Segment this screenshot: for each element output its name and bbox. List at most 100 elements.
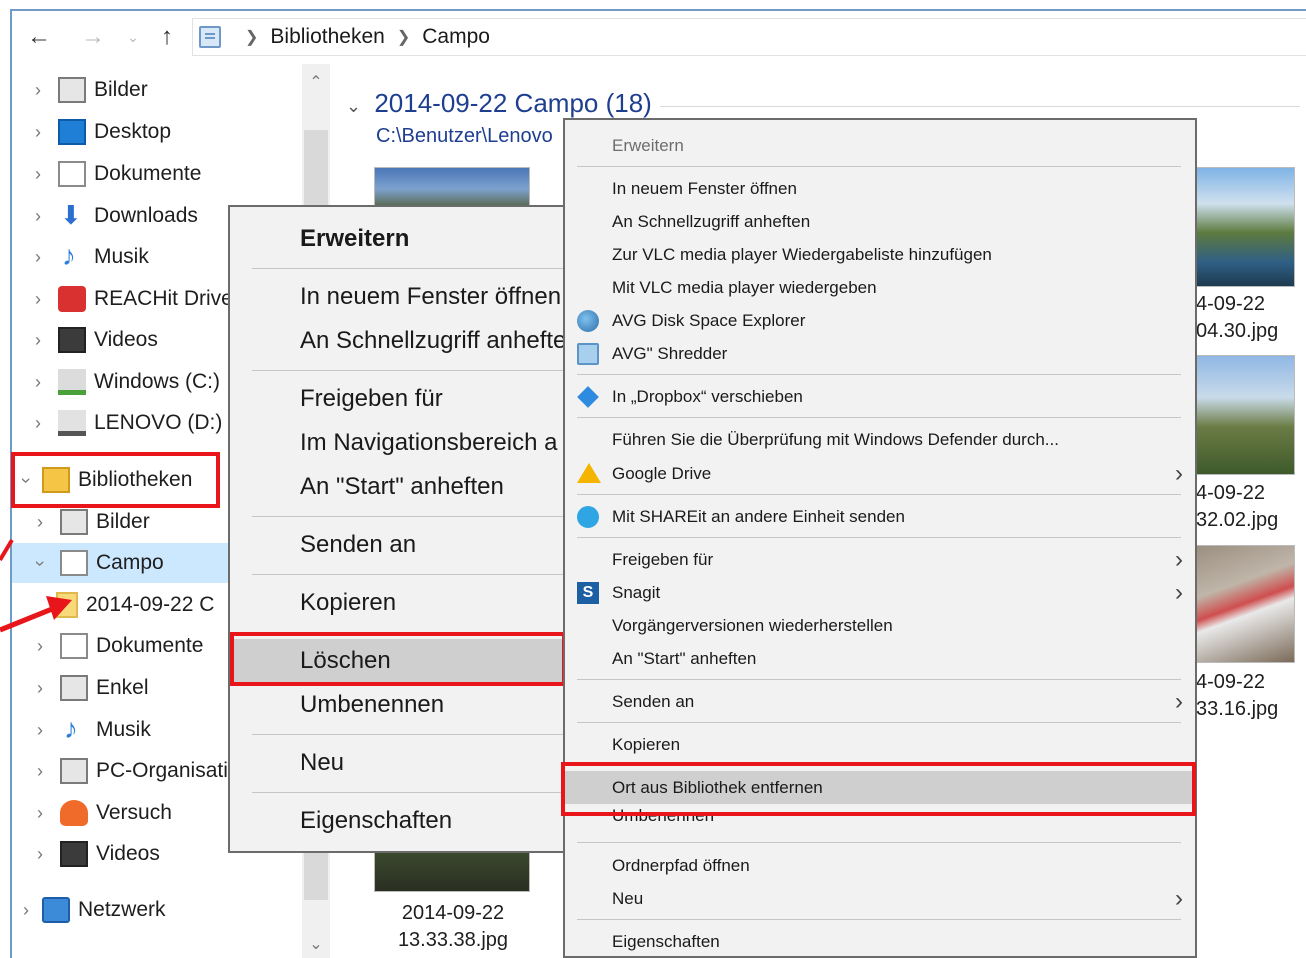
menu-item-open-new-window[interactable]: In neuem Fenster öffnen bbox=[230, 275, 566, 319]
expand-chevron-icon[interactable]: › bbox=[30, 761, 50, 782]
group-header[interactable]: ⌄ 2014-09-22 Campo (18) bbox=[346, 88, 652, 119]
expand-chevron-icon[interactable]: › bbox=[28, 122, 48, 143]
expand-chevron-icon[interactable]: › bbox=[30, 720, 50, 741]
menu-item-vlc-add-playlist[interactable]: Zur VLC media player Wiedergabeliste hin… bbox=[565, 238, 1195, 271]
menu-item-google-drive[interactable]: Google Drive › bbox=[565, 457, 1195, 490]
menu-item-rename[interactable]: Umbenennen bbox=[565, 806, 1195, 830]
menu-separator bbox=[577, 374, 1181, 375]
breadcrumb-separator-icon[interactable]: ❯ bbox=[397, 27, 410, 47]
image-thumbnail[interactable] bbox=[374, 850, 530, 892]
music-icon bbox=[58, 240, 86, 272]
nav-item-label: Versuch bbox=[96, 801, 172, 824]
nav-item-desktop[interactable]: › Desktop bbox=[12, 112, 302, 152]
videos-library-icon bbox=[60, 841, 88, 867]
file-name-label[interactable]: 4-09-22 33.16.jpg bbox=[1196, 669, 1278, 723]
nav-item-label: Videos bbox=[96, 842, 160, 865]
expand-chevron-icon[interactable]: › bbox=[30, 512, 50, 533]
menu-item-vlc-play[interactable]: Mit VLC media player wiedergeben bbox=[565, 271, 1195, 304]
forward-arrow-icon[interactable]: → bbox=[78, 22, 108, 52]
group-collapse-chevron-icon[interactable]: ⌄ bbox=[346, 96, 361, 116]
menu-item-rename[interactable]: Umbenennen bbox=[230, 683, 566, 727]
back-arrow-icon[interactable]: ← bbox=[24, 22, 54, 52]
menu-item-new[interactable]: Neu bbox=[230, 741, 566, 785]
videos-icon bbox=[58, 327, 86, 353]
expand-chevron-icon[interactable]: › bbox=[28, 372, 48, 393]
menu-item-expand[interactable]: Erweitern bbox=[565, 129, 1195, 162]
enkel-library-icon bbox=[60, 675, 88, 701]
menu-item-new[interactable]: Neu › bbox=[565, 882, 1195, 915]
file-name-label[interactable]: 4-09-22 32.02.jpg bbox=[1196, 480, 1278, 534]
expand-chevron-icon[interactable]: › bbox=[30, 678, 50, 699]
menu-item-move-dropbox[interactable]: In „Dropbox“ verschieben bbox=[565, 380, 1195, 413]
submenu-chevron-icon: › bbox=[1175, 884, 1183, 912]
menu-item-pin-start[interactable]: An "Start" anheften bbox=[230, 465, 566, 509]
menu-item-send-to[interactable]: Senden an › bbox=[565, 685, 1195, 718]
submenu-chevron-icon: › bbox=[1175, 578, 1183, 606]
nav-item-pictures[interactable]: › Bilder bbox=[12, 70, 302, 110]
recent-locations-chevron-icon[interactable]: ⌄ bbox=[118, 22, 148, 52]
menu-separator bbox=[252, 792, 566, 793]
expand-chevron-icon[interactable]: › bbox=[16, 900, 36, 921]
menu-item-open-new-window[interactable]: In neuem Fenster öffnen bbox=[565, 172, 1195, 205]
scroll-down-arrow-icon[interactable]: ⌄ bbox=[302, 934, 330, 958]
folder-icon bbox=[56, 592, 78, 618]
image-thumbnail[interactable] bbox=[1192, 167, 1295, 287]
expand-chevron-icon[interactable]: › bbox=[30, 844, 50, 865]
image-thumbnail[interactable] bbox=[374, 167, 530, 207]
file-name-label[interactable]: 2014-09-22 13.33.38.jpg bbox=[374, 900, 532, 954]
menu-item-nav-pane[interactable]: Im Navigationsbereich a bbox=[230, 421, 566, 465]
nav-item-network[interactable]: › Netzwerk bbox=[12, 890, 302, 930]
expand-chevron-icon[interactable]: › bbox=[28, 80, 48, 101]
expand-chevron-icon[interactable]: › bbox=[28, 413, 48, 434]
menu-item-pin-quick-access[interactable]: An Schnellzugriff anheften bbox=[230, 319, 566, 363]
collapse-chevron-icon[interactable]: › bbox=[30, 553, 51, 573]
menu-item-share-with[interactable]: Freigeben für › bbox=[565, 543, 1195, 576]
menu-item-restore-previous[interactable]: Vorgängerversionen wiederherstellen bbox=[565, 609, 1195, 642]
menu-separator bbox=[577, 919, 1181, 920]
menu-item-open-folder-path[interactable]: Ordnerpfad öffnen bbox=[565, 849, 1195, 882]
menu-item-avg-disk-space[interactable]: AVG Disk Space Explorer bbox=[565, 304, 1195, 337]
image-thumbnail[interactable] bbox=[1192, 545, 1295, 663]
versuch-icon bbox=[60, 800, 88, 826]
expand-chevron-icon[interactable]: › bbox=[28, 289, 48, 310]
breadcrumb-separator-icon[interactable]: ❯ bbox=[245, 27, 258, 47]
expand-chevron-icon[interactable]: › bbox=[30, 803, 50, 824]
collapse-chevron-icon[interactable]: › bbox=[16, 470, 37, 490]
expand-chevron-icon[interactable]: › bbox=[28, 206, 48, 227]
address-bar[interactable]: ❯ Bibliotheken ❯ Campo bbox=[192, 18, 1306, 56]
menu-item-avg-shredder[interactable]: AVG" Shredder bbox=[565, 337, 1195, 370]
menu-item-pin-start[interactable]: An "Start" anheften bbox=[565, 642, 1195, 675]
breadcrumb-campo[interactable]: Campo bbox=[422, 25, 490, 49]
nav-item-label: Bilder bbox=[94, 78, 148, 101]
scroll-up-arrow-icon[interactable]: ⌃ bbox=[302, 72, 330, 100]
menu-item-remove-location[interactable]: Ort aus Bibliothek entfernen bbox=[565, 771, 1195, 804]
nav-item-documents[interactable]: › Dokumente bbox=[12, 154, 302, 194]
menu-item-snagit[interactable]: S Snagit › bbox=[565, 576, 1195, 609]
menu-item-pin-quick-access[interactable]: An Schnellzugriff anheften bbox=[565, 205, 1195, 238]
menu-item-shareit[interactable]: Mit SHAREit an andere Einheit senden bbox=[565, 500, 1195, 533]
menu-item-share-with[interactable]: Freigeben für bbox=[230, 377, 566, 421]
campo-library-icon bbox=[60, 550, 88, 576]
expand-chevron-icon[interactable]: › bbox=[30, 636, 50, 657]
expand-chevron-icon[interactable]: › bbox=[28, 247, 48, 268]
nav-item-label: Netzwerk bbox=[78, 898, 166, 921]
image-thumbnail[interactable] bbox=[1192, 355, 1295, 475]
expand-chevron-icon[interactable]: › bbox=[28, 164, 48, 185]
menu-item-copy[interactable]: Kopieren bbox=[230, 581, 566, 625]
menu-item-delete[interactable]: Löschen bbox=[230, 639, 566, 683]
breadcrumb-libraries[interactable]: Bibliotheken bbox=[270, 25, 384, 49]
menu-item-windows-defender[interactable]: Führen Sie die Überprüfung mit Windows D… bbox=[565, 423, 1195, 456]
menu-item-properties[interactable]: Eigenschaften bbox=[230, 799, 566, 843]
file-name-label[interactable]: 4-09-22 04.30.jpg bbox=[1196, 291, 1278, 345]
menu-item-copy[interactable]: Kopieren bbox=[565, 728, 1195, 761]
submenu-chevron-icon: › bbox=[1175, 459, 1183, 487]
up-arrow-icon[interactable]: ↑ bbox=[152, 22, 182, 52]
menu-item-expand[interactable]: Erweitern bbox=[230, 217, 566, 261]
menu-item-send-to[interactable]: Senden an bbox=[230, 523, 566, 567]
menu-item-label: In „Dropbox“ verschieben bbox=[612, 386, 803, 406]
expand-chevron-icon[interactable]: › bbox=[28, 330, 48, 351]
menu-item-properties[interactable]: Eigenschaften bbox=[565, 925, 1195, 956]
file-name-line: 4-09-22 bbox=[1196, 482, 1265, 504]
menu-item-label: Freigeben für bbox=[612, 549, 714, 569]
menu-item-label: AVG" Shredder bbox=[612, 343, 728, 363]
